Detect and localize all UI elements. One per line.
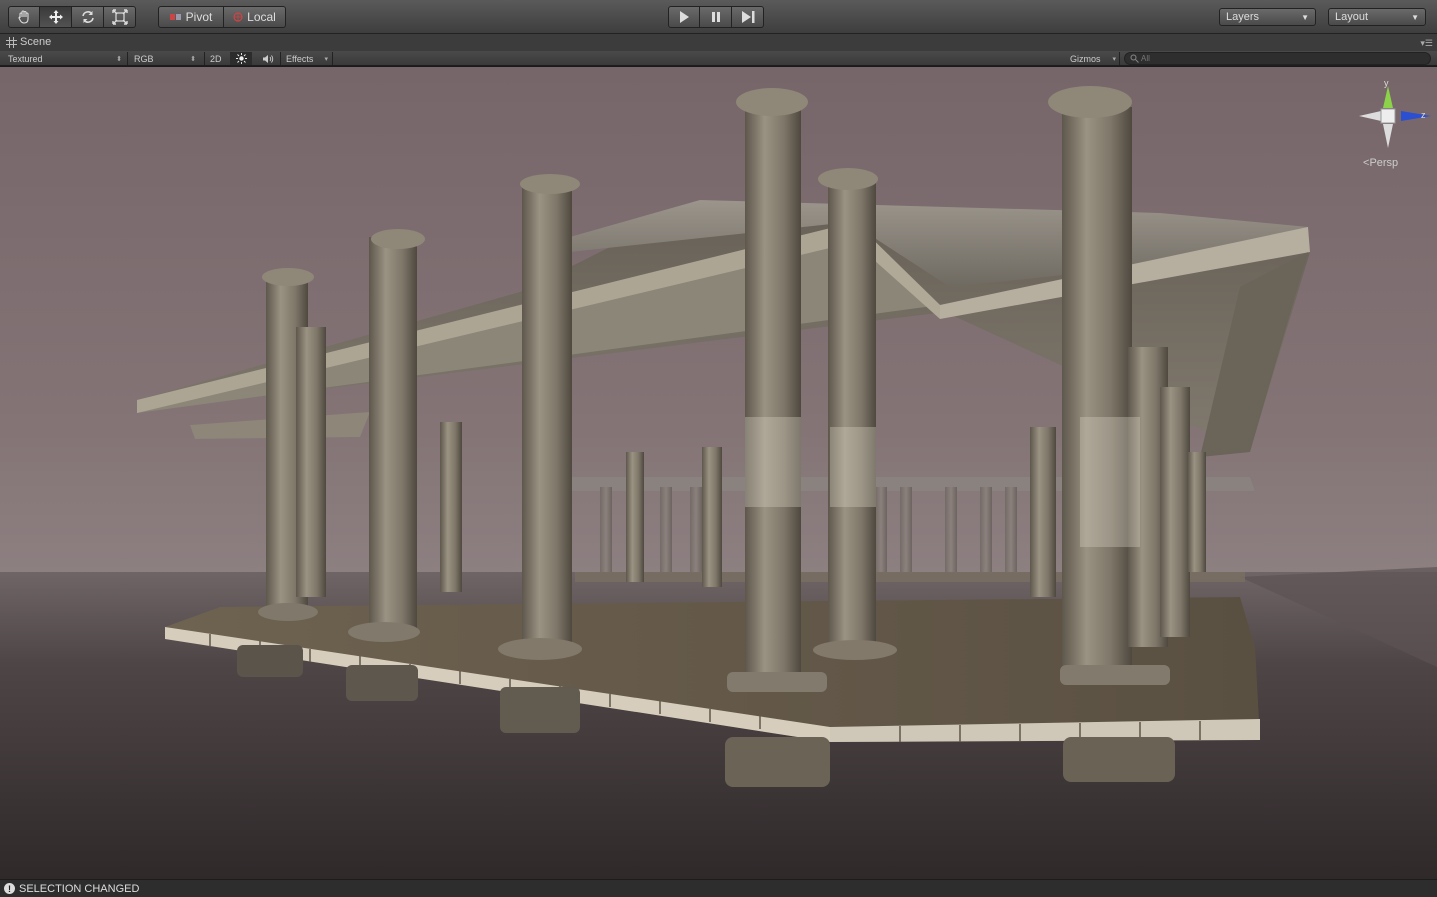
- draw-mode-dropdown[interactable]: Textured ⬍: [8, 52, 122, 65]
- local-label: Local: [247, 10, 276, 24]
- caret-down-icon: ▼: [1411, 12, 1419, 22]
- tab-scene[interactable]: Scene: [6, 36, 51, 48]
- pivot-button[interactable]: Pivot: [158, 6, 224, 28]
- pivot-toggle-group: Pivot Local: [158, 6, 286, 28]
- caret-down-icon: ▾: [1112, 55, 1116, 63]
- info-icon: !: [4, 883, 15, 894]
- pause-button[interactable]: [700, 6, 732, 28]
- play-button[interactable]: [668, 6, 700, 28]
- updown-caret-icon: ⬍: [116, 55, 122, 63]
- step-button[interactable]: [732, 6, 764, 28]
- effects-label: Effects: [286, 53, 314, 64]
- hand-tool-button[interactable]: [8, 6, 40, 28]
- divider: [127, 52, 128, 65]
- unity-editor-window: Pivot Local Layers ▼ Layout ▼ Scene ▾☰ T…: [0, 0, 1437, 897]
- status-bar[interactable]: ! SELECTION CHANGED: [0, 879, 1437, 897]
- scene-viewport[interactable]: y z <Persp: [0, 67, 1437, 879]
- render-mode-label: RGB: [134, 53, 154, 64]
- toggle-2d-button[interactable]: 2D: [210, 52, 226, 65]
- axis-y-label: y: [1384, 78, 1389, 88]
- axis-z-label: z: [1421, 110, 1426, 120]
- scene-render: [0, 67, 1437, 879]
- lighting-toggle[interactable]: [230, 52, 252, 65]
- pivot-icon: [169, 14, 181, 20]
- projection-label: Persp: [1369, 157, 1399, 169]
- tab-menu-icon[interactable]: ▾☰: [1420, 38, 1433, 49]
- toggle-2d-label: 2D: [210, 53, 222, 64]
- scale-tool-button[interactable]: [104, 6, 136, 28]
- local-button[interactable]: Local: [224, 6, 286, 28]
- rotate-tool-button[interactable]: [72, 6, 104, 28]
- layout-dropdown[interactable]: Layout ▼: [1328, 8, 1426, 26]
- step-icon: [741, 11, 754, 23]
- divider: [332, 52, 333, 65]
- search-icon: [1130, 54, 1139, 63]
- updown-caret-icon: ⬍: [190, 55, 196, 63]
- move-tool-button[interactable]: [40, 6, 72, 28]
- search-placeholder: All: [1141, 54, 1150, 63]
- layers-label: Layers: [1226, 11, 1260, 23]
- effects-dropdown[interactable]: Effects ▾: [286, 52, 328, 65]
- main-toolbar: Pivot Local Layers ▼ Layout ▼: [0, 0, 1437, 34]
- tab-scene-label: Scene: [20, 36, 52, 48]
- draw-mode-label: Textured: [8, 53, 43, 64]
- divider: [280, 52, 281, 65]
- play-icon: [680, 11, 689, 23]
- grid-icon: [6, 36, 17, 48]
- transform-tools: [8, 6, 136, 28]
- speaker-icon: [263, 54, 274, 63]
- pause-icon: [711, 12, 720, 22]
- local-globe-icon: [233, 12, 243, 22]
- audio-toggle[interactable]: [260, 52, 276, 65]
- pivot-label: Pivot: [185, 10, 213, 24]
- gizmos-dropdown[interactable]: Gizmos ▾: [1070, 52, 1116, 65]
- sun-icon: [235, 53, 247, 64]
- gizmos-label: Gizmos: [1070, 53, 1101, 64]
- status-message: SELECTION CHANGED: [19, 882, 140, 895]
- hand-icon: [18, 10, 29, 24]
- render-mode-dropdown[interactable]: RGB ⬍: [134, 52, 196, 65]
- move-arrows-icon: [48, 10, 63, 24]
- caret-down-icon: ▾: [324, 55, 328, 63]
- divider: [1119, 52, 1120, 65]
- projection-toggle[interactable]: <Persp: [1363, 157, 1398, 169]
- scene-search-field[interactable]: All: [1124, 52, 1431, 65]
- caret-down-icon: ▼: [1301, 12, 1309, 22]
- rotate-icon: [81, 11, 94, 23]
- layout-label: Layout: [1335, 11, 1369, 23]
- scene-view-controls: Textured ⬍ RGB ⬍ 2D Effects ▾ Gizmos ▾ A…: [0, 51, 1437, 66]
- scene-tab-bar: Scene ▾☰: [0, 34, 1437, 51]
- scale-icon: [111, 9, 128, 25]
- playback-controls: [668, 6, 764, 28]
- layers-dropdown[interactable]: Layers ▼: [1219, 8, 1316, 26]
- divider: [204, 52, 205, 65]
